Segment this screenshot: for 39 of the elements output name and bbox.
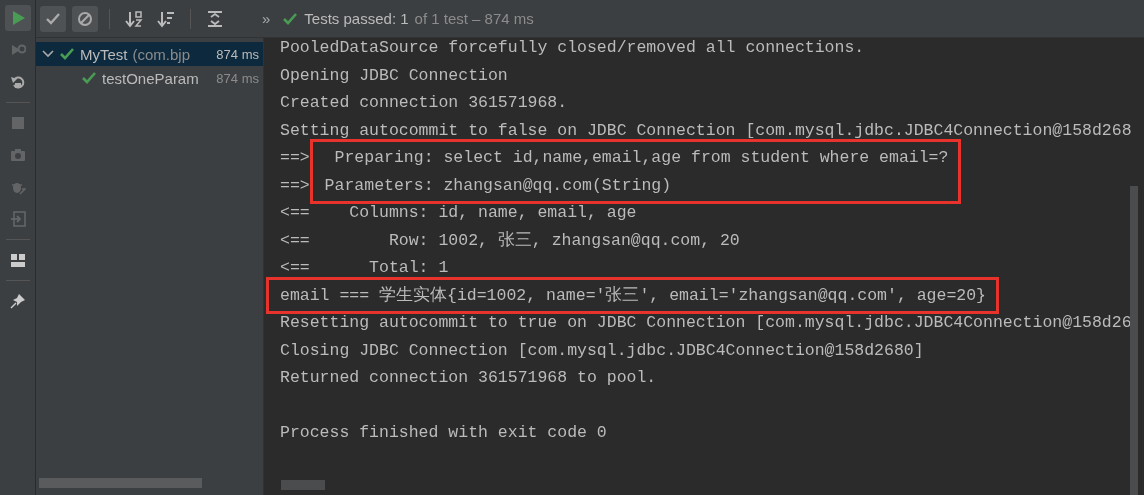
more-chevron[interactable]: »: [262, 10, 271, 27]
layout-icon[interactable]: [9, 252, 26, 268]
filter-toggle[interactable]: [72, 5, 98, 32]
log-line: Parameters: zhangsan@qq.com(String): [323, 174, 673, 197]
log-line: Setting autocommit to false on JDBC Connection [com.mysql.jdbc.JDBC4Connection@158d268: [280, 119, 1132, 142]
tree-row[interactable]: testOneParam 874 ms: [36, 66, 263, 90]
test-package: (com.bjp: [132, 45, 191, 63]
sort-alpha-icon: [125, 9, 143, 28]
tree-row[interactable]: MyTest (com.bjp 874 ms: [36, 42, 263, 66]
rerun-icon[interactable]: [9, 74, 26, 90]
test-name: testOneParam: [102, 69, 199, 87]
expand-icon: [206, 9, 224, 28]
log-line: email === 学生实体{id=1002, name='张三', email='zhangsan@qq.com', age=20}: [280, 284, 986, 307]
status-label: Tests passed: 1: [304, 10, 409, 27]
log-prefix: ==>: [280, 174, 310, 197]
log-line: Opening JDBC Connection: [280, 64, 509, 87]
scrollbar-thumb[interactable]: [281, 480, 325, 490]
log-line: <== Row: 1002, 张三, zhangsan@qq.com, 20: [280, 229, 740, 252]
log-line: Closing JDBC Connection [com.mysql.jdbc.JDBC4Connection@158d2680]: [280, 339, 925, 362]
log-line: Created connection 361571968.: [280, 92, 569, 114]
exit-message: Process finished with exit code 0: [280, 422, 608, 444]
status-detail: of 1 test – 874 ms: [414, 10, 534, 27]
test-name: MyTest: [80, 45, 128, 63]
log-line: <== Total: 1: [280, 257, 450, 279]
test-duration: 874 ms: [216, 46, 259, 62]
log-line: PooledDataSource forcefully closed/removed all connections.: [280, 38, 866, 59]
log-line: Resetting autocommit to true on JDBC Connection [com.mysql.jdbc.JDBC4Connection@158d26: [280, 312, 1132, 334]
log-line: Preparing: select id,name,email,age from student where email=?: [333, 147, 949, 169]
log-prefix: ==>: [280, 147, 310, 169]
log-line: <== Columns: id, name, email, age: [280, 202, 638, 224]
chevron-icon[interactable]: [42, 48, 54, 60]
log-line: Returned connection 361571968 to pool.: [280, 367, 658, 389]
filter-toggle[interactable]: [40, 5, 66, 32]
pin-icon[interactable]: [9, 293, 26, 309]
test-duration: 874 ms: [216, 70, 259, 86]
scrollbar-thumb[interactable]: [39, 478, 202, 488]
sort-list-icon: [157, 9, 175, 28]
scrollbar-thumb[interactable]: [1130, 186, 1138, 495]
ignored-filter-icon: [77, 10, 93, 27]
